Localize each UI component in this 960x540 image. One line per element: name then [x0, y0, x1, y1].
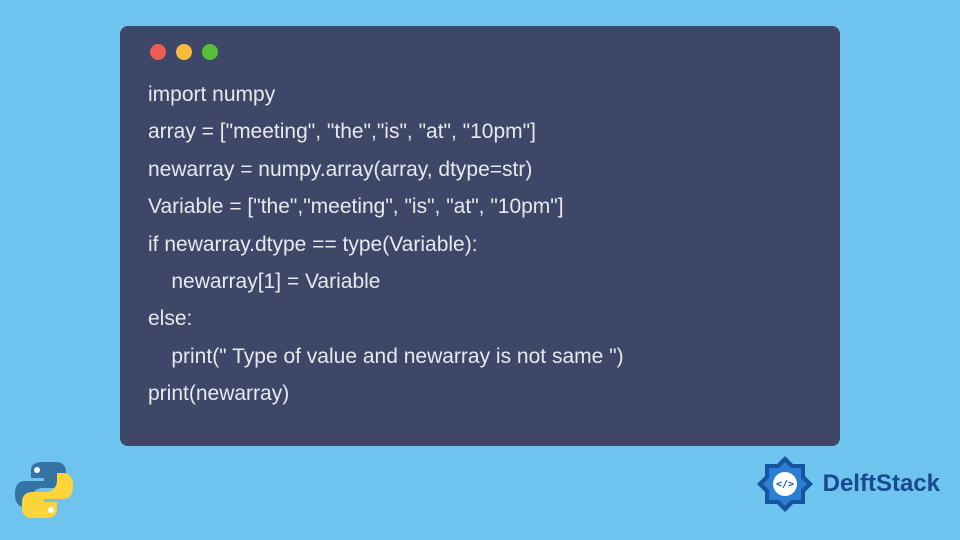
window-controls	[148, 44, 812, 60]
code-line: array = ["meeting", "the","is", "at", "1…	[148, 120, 536, 143]
python-logo-icon	[12, 458, 76, 522]
delftstack-branding: </> DelftStack	[753, 452, 940, 516]
code-line: print(" Type of value and newarray is no…	[148, 345, 624, 368]
code-line: newarray[1] = Variable	[148, 270, 380, 293]
delftstack-logo-icon: </>	[753, 452, 817, 516]
close-icon	[150, 44, 166, 60]
code-line: Variable = ["the","meeting", "is", "at",…	[148, 195, 564, 218]
code-line: else:	[148, 307, 192, 330]
code-window: import numpy array = ["meeting", "the","…	[120, 26, 840, 446]
maximize-icon	[202, 44, 218, 60]
code-line: if newarray.dtype == type(Variable):	[148, 233, 478, 256]
code-line: newarray = numpy.array(array, dtype=str)	[148, 158, 532, 181]
code-line: print(newarray)	[148, 382, 289, 405]
code-line: import numpy	[148, 83, 275, 106]
svg-text:</>: </>	[776, 479, 794, 490]
minimize-icon	[176, 44, 192, 60]
brand-name: DelftStack	[823, 470, 940, 498]
code-block: import numpy array = ["meeting", "the","…	[148, 76, 812, 412]
